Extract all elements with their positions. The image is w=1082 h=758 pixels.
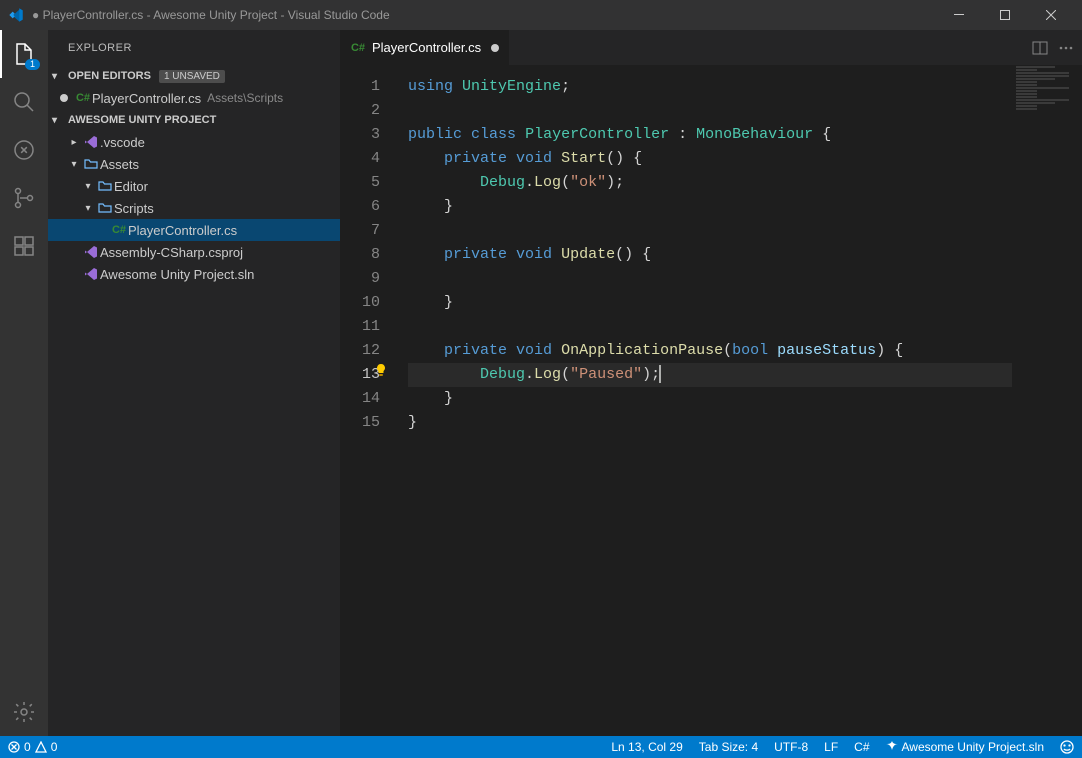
more-actions-icon[interactable]: [1058, 40, 1074, 56]
tree-item-label: Assets: [100, 157, 139, 172]
split-editor-icon[interactable]: [1032, 40, 1048, 56]
chevron-icon: ▾: [82, 203, 94, 214]
chevron-icon: ▸: [68, 137, 80, 148]
code-editor[interactable]: 123456789101112131415 using UnityEngine;…: [340, 65, 1082, 736]
project-label: Awesome Unity Project: [68, 114, 216, 126]
csharp-icon: C#: [110, 224, 128, 236]
status-bar: 0 0 Ln 13, Col 29 Tab Size: 4 UTF-8 LF C…: [0, 736, 1082, 758]
activity-bar: 1: [0, 30, 48, 736]
status-tab-size[interactable]: Tab Size: 4: [691, 736, 766, 758]
open-editors-header[interactable]: ▾ Open Editors 1 UNSAVED: [48, 65, 340, 87]
chevron-icon: ▾: [68, 159, 80, 170]
open-editor-item[interactable]: C#PlayerController.cs Assets\Scripts: [48, 87, 340, 109]
visualstudio-icon: [82, 245, 100, 259]
code-content[interactable]: using UnityEngine;public class PlayerCon…: [400, 65, 1012, 736]
tree-item-label: Editor: [114, 179, 148, 194]
folder-icon: [96, 201, 114, 215]
visualstudio-icon: [82, 135, 100, 149]
tree-item-label: Scripts: [114, 201, 154, 216]
settings-activity[interactable]: [0, 688, 48, 736]
window-title: ● PlayerController.cs - Awesome Unity Pr…: [32, 8, 390, 22]
tree-item[interactable]: ▾ Scripts: [48, 197, 340, 219]
minimap[interactable]: [1012, 65, 1082, 736]
status-cursor-position[interactable]: Ln 13, Col 29: [603, 736, 690, 758]
tree-item[interactable]: ▾ Assets: [48, 153, 340, 175]
status-encoding[interactable]: UTF-8: [766, 736, 816, 758]
folder-icon: [96, 179, 114, 193]
tree-item[interactable]: ▾ Editor: [48, 175, 340, 197]
text-cursor: [659, 365, 661, 383]
tree-item-label: .vscode: [100, 135, 145, 150]
lightbulb-icon[interactable]: [374, 363, 390, 379]
editor-area: C# PlayerController.cs 12345678910111213…: [340, 30, 1082, 736]
explorer-badge: 1: [25, 59, 40, 70]
tree-item[interactable]: Assembly-CSharp.csproj: [48, 241, 340, 263]
open-editors-label: Open Editors: [68, 70, 151, 82]
file-label: PlayerController.cs: [92, 91, 201, 106]
sidebar-title: Explorer: [48, 30, 340, 65]
explorer-activity[interactable]: 1: [0, 30, 48, 78]
close-button[interactable]: [1028, 0, 1074, 30]
file-path: Assets\Scripts: [207, 91, 283, 105]
line-number-gutter: 123456789101112131415: [340, 65, 400, 736]
vscode-logo-icon: [8, 7, 24, 23]
maximize-button[interactable]: [982, 0, 1028, 30]
dirty-dot-icon: [60, 94, 68, 102]
chevron-icon: ▾: [82, 181, 94, 192]
status-feedback-icon[interactable]: [1052, 736, 1082, 758]
search-activity[interactable]: [0, 78, 48, 126]
tree-item[interactable]: ▸ .vscode: [48, 131, 340, 153]
tree-item[interactable]: C#PlayerController.cs: [48, 219, 340, 241]
dirty-indicator-icon: [491, 44, 499, 52]
minimize-button[interactable]: [936, 0, 982, 30]
tree-item-label: PlayerController.cs: [128, 223, 237, 238]
status-problems[interactable]: 0 0: [0, 736, 65, 758]
csharp-icon: C#: [74, 92, 92, 104]
titlebar: ● PlayerController.cs - Awesome Unity Pr…: [0, 0, 1082, 30]
tab-playercontroller[interactable]: C# PlayerController.cs: [340, 30, 510, 65]
chevron-down-icon: ▾: [52, 115, 64, 126]
chevron-down-icon: ▾: [52, 71, 64, 82]
explorer-sidebar: Explorer ▾ Open Editors 1 UNSAVED C#Play…: [48, 30, 340, 736]
status-solution[interactable]: Awesome Unity Project.sln: [878, 736, 1053, 758]
status-eol[interactable]: LF: [816, 736, 846, 758]
tab-bar: C# PlayerController.cs: [340, 30, 1082, 65]
visualstudio-icon: [82, 267, 100, 281]
tab-label: PlayerController.cs: [372, 40, 481, 55]
folder-icon: [82, 157, 100, 171]
project-header[interactable]: ▾ Awesome Unity Project: [48, 109, 340, 131]
extensions-activity[interactable]: [0, 222, 48, 270]
source-control-activity[interactable]: [0, 174, 48, 222]
status-language[interactable]: C#: [846, 736, 877, 758]
unsaved-badge: 1 UNSAVED: [159, 70, 225, 83]
tree-item-label: Assembly-CSharp.csproj: [100, 245, 243, 260]
tree-item-label: Awesome Unity Project.sln: [100, 267, 254, 282]
tree-item[interactable]: Awesome Unity Project.sln: [48, 263, 340, 285]
csharp-icon: C#: [350, 40, 366, 56]
debug-activity[interactable]: [0, 126, 48, 174]
